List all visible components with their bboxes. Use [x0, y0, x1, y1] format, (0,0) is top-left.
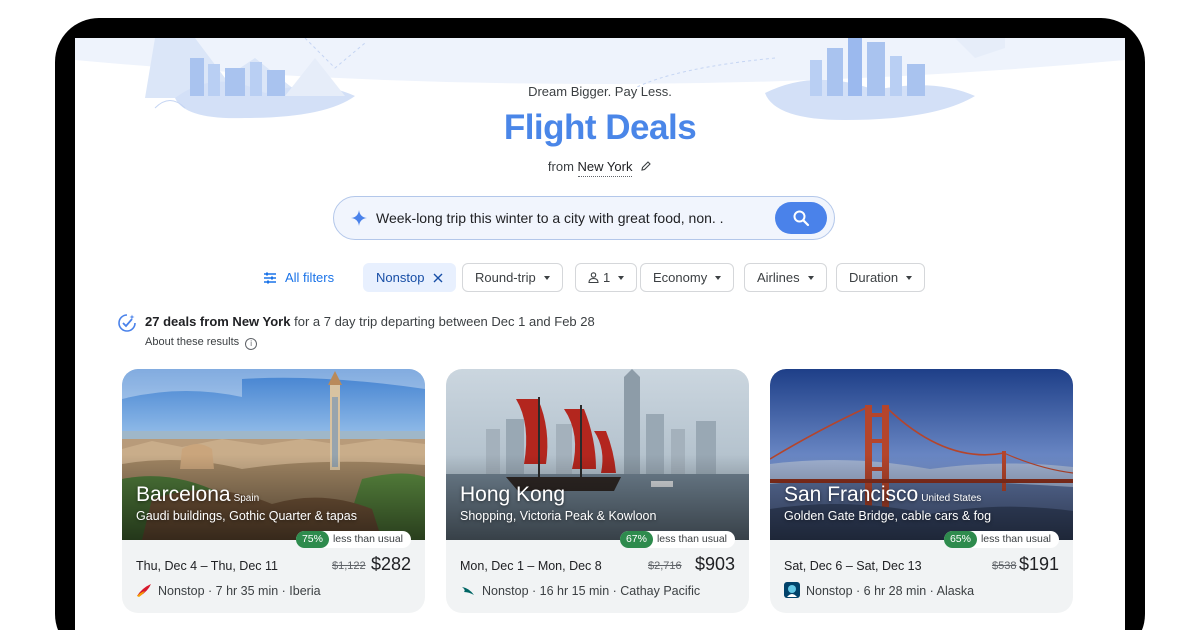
- discount-percent: 75%: [295, 531, 329, 548]
- results-count: 27 deals from New York: [145, 314, 291, 329]
- deal-price: $282: [370, 554, 411, 574]
- chip-airlines[interactable]: Airlines: [744, 263, 827, 292]
- flight-details: Nonstop · 6 hr 28 min · Alaska: [784, 582, 974, 598]
- trip-dates: Sat, Dec 6 – Sat, Dec 13: [784, 559, 922, 573]
- destination-description: Golden Gate Bridge, cable cars & fog: [784, 509, 992, 523]
- discount-label: less than usual: [656, 533, 727, 545]
- filter-bar: All filters Nonstop Round-trip 1 Economy…: [75, 263, 1125, 293]
- flight-details-text: Nonstop · 7 hr 35 min · Iberia: [158, 584, 321, 598]
- origin-selector[interactable]: from New York: [75, 159, 1125, 177]
- city-name: San Francisco: [784, 483, 919, 506]
- destination-city: Hong Kong: [460, 483, 568, 507]
- chip-passengers[interactable]: 1: [575, 263, 638, 292]
- chip-label: Economy: [653, 270, 708, 285]
- all-filters-label: All filters: [285, 270, 335, 285]
- about-results-label[interactable]: About these results: [145, 336, 239, 348]
- usual-price: $1,122: [332, 560, 366, 572]
- origin-city[interactable]: New York: [577, 159, 633, 177]
- city-name: Hong Kong: [460, 483, 566, 506]
- chip-label: Airlines: [757, 270, 800, 285]
- flight-details-text: Nonstop · 16 hr 15 min · Cathay Pacific: [482, 584, 701, 598]
- iberia-logo-icon: [137, 584, 151, 597]
- check-badge-icon: [118, 314, 136, 332]
- alaska-logo-icon: [784, 582, 800, 598]
- cathay-pacific-logo-icon: [462, 587, 474, 595]
- deal-card-san-francisco[interactable]: San Francisco United States Golden Gate B…: [770, 369, 1073, 613]
- chip-label: Nonstop: [376, 270, 425, 285]
- destination-city: San Francisco United States: [784, 483, 981, 507]
- search-button[interactable]: [775, 202, 827, 234]
- discount-badge: 65% less than usual: [943, 531, 1059, 548]
- results-summary: 27 deals from New York for a 7 day trip …: [117, 314, 595, 332]
- discount-label: less than usual: [332, 533, 403, 545]
- search-icon: [793, 210, 810, 227]
- chip-nonstop[interactable]: Nonstop: [363, 263, 457, 292]
- pencil-icon[interactable]: [640, 160, 652, 172]
- flight-details: Nonstop · 16 hr 15 min · Cathay Pacific: [460, 582, 700, 598]
- country-name: Spain: [233, 493, 260, 504]
- page-title: Flight Deals: [503, 108, 697, 147]
- city-name: Barcelona: [136, 483, 231, 506]
- trip-dates: Thu, Dec 4 – Thu, Dec 11: [136, 559, 278, 573]
- flight-details: Nonstop · 7 hr 35 min · Iberia: [136, 582, 321, 598]
- about-results[interactable]: About these results i: [145, 336, 258, 350]
- destination-description: Shopping, Victoria Peak & Kowloon: [460, 509, 657, 523]
- chevron-down-icon: [807, 276, 814, 280]
- discount-label: less than usual: [980, 533, 1051, 545]
- chevron-down-icon: [618, 276, 625, 280]
- country-name: United States: [921, 493, 982, 504]
- deal-card-hong-kong[interactable]: Hong Kong Shopping, Victoria Peak & Kowl…: [446, 369, 749, 613]
- chevron-down-icon: [543, 276, 550, 280]
- chip-duration[interactable]: Duration: [836, 263, 926, 292]
- from-label: from: [547, 159, 574, 174]
- person-icon: [588, 272, 599, 284]
- chip-round-trip[interactable]: Round-trip: [462, 263, 563, 292]
- chip-label: Round-trip: [475, 270, 536, 285]
- discount-percent: 65%: [943, 531, 977, 548]
- search-input[interactable]: Week-long trip this winter to a city wit…: [376, 210, 724, 226]
- usual-price: $538: [992, 560, 1017, 572]
- discount-percent: 67%: [619, 531, 653, 548]
- chip-economy[interactable]: Economy: [640, 263, 735, 292]
- sparkle-icon: [351, 210, 367, 226]
- chevron-down-icon: [906, 276, 913, 280]
- chip-label: Duration: [849, 270, 899, 285]
- chip-label: 1: [603, 270, 611, 285]
- info-icon[interactable]: i: [245, 338, 258, 350]
- deal-card-barcelona[interactable]: Barcelona Spain Gaudi buildings, Gothic Q…: [122, 369, 425, 613]
- deal-price: $191: [1018, 554, 1059, 574]
- sliders-icon: [264, 272, 276, 284]
- trip-dates: Mon, Dec 1 – Mon, Dec 8: [460, 559, 602, 573]
- tagline: Dream Bigger. Pay Less.: [528, 84, 672, 99]
- chevron-down-icon: [715, 276, 722, 280]
- flight-details-text: Nonstop · 6 hr 28 min · Alaska: [806, 584, 975, 598]
- app-screen: Dream Bigger. Pay Less. Flight Deals fro…: [75, 38, 1125, 630]
- discount-badge: 75% less than usual: [295, 531, 411, 548]
- search-bar[interactable]: Week-long trip this winter to a city wit…: [333, 196, 835, 240]
- all-filters-button[interactable]: All filters: [263, 263, 334, 292]
- destination-city: Barcelona Spain: [136, 483, 259, 507]
- usual-price: $2,716: [648, 560, 682, 572]
- close-icon[interactable]: [433, 273, 443, 283]
- destination-description: Gaudi buildings, Gothic Quarter & tapas: [136, 509, 357, 523]
- deal-price: $903: [694, 554, 735, 574]
- discount-badge: 67% less than usual: [619, 531, 735, 548]
- results-description: for a 7 day trip departing between Dec 1…: [290, 314, 595, 329]
